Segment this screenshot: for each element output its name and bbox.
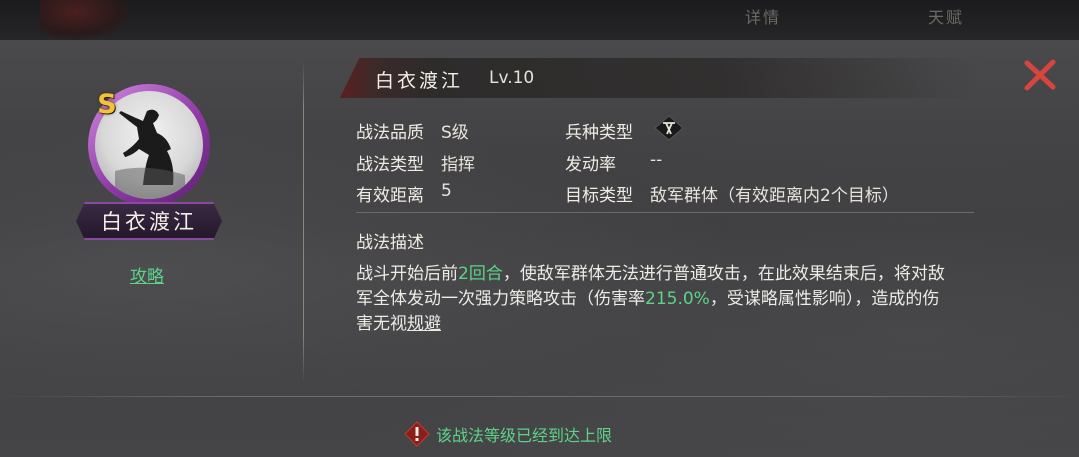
type-value: 指挥 — [441, 155, 475, 175]
target-type-value: 敌军群体（有效距离内2个目标） — [650, 186, 899, 206]
divider-vertical — [303, 60, 304, 382]
desc-text: 战斗开始后前 — [356, 264, 458, 284]
desc-highlight-damage-rate: 215.0% — [645, 289, 710, 309]
trigger-rate-label: 发动率 — [565, 155, 616, 175]
max-level-notice: 该战法等级已经到达上限 — [404, 420, 612, 448]
trigger-rate-value: -- — [650, 150, 663, 170]
grade-badge: S — [97, 89, 117, 120]
troop-type-icon — [653, 114, 685, 142]
skill-description: 战斗开始后前2回合，使敌军群体无法进行普通攻击，在此效果结束后，将对敌 军全体发… — [356, 262, 980, 337]
desc-text: 害无视 — [356, 314, 407, 334]
max-level-message: 该战法等级已经到达上限 — [436, 426, 613, 445]
top-strip: 详情 天赋 — [0, 0, 1079, 40]
desc-text: ，受谋略属性影响），造成的伤 — [709, 289, 940, 309]
desc-text: 军全体发动一次强力策略攻击（伤害率 — [356, 289, 645, 309]
close-icon — [1024, 59, 1056, 91]
card-name-plate: 白衣渡江 — [76, 202, 222, 240]
desc-text: ，使敌军群体无法进行普通攻击，在此效果结束后，将对敌 — [502, 264, 945, 284]
section-divider — [356, 212, 974, 213]
quality-value: S级 — [441, 123, 469, 143]
quality-label: 战法品质 — [356, 123, 424, 143]
description-title: 战法描述 — [356, 233, 424, 253]
description-line-3: 害无视规避 — [356, 312, 980, 337]
close-button[interactable] — [1022, 57, 1058, 93]
evade-term-link[interactable]: 规避 — [407, 314, 441, 334]
description-line-1: 战斗开始后前2回合，使敌军群体无法进行普通攻击，在此效果结束后，将对敌 — [356, 262, 980, 287]
skill-title: 白衣渡江 — [375, 70, 464, 92]
description-line-2: 军全体发动一次强力策略攻击（伤害率215.0%，受谋略属性影响），造成的伤 — [356, 287, 980, 312]
strategy-guide-link[interactable]: 攻略 — [130, 262, 164, 287]
footer-divider — [0, 396, 1079, 397]
troop-type-label: 兵种类型 — [565, 123, 633, 143]
tab-talent[interactable]: 天赋 — [928, 4, 964, 28]
desc-highlight-rounds: 2回合 — [458, 264, 503, 284]
skill-level: Lv.10 — [489, 68, 535, 88]
tab-details[interactable]: 详情 — [745, 4, 781, 28]
target-type-label: 目标类型 — [565, 186, 633, 206]
range-value: 5 — [441, 181, 452, 201]
top-decoration — [40, 0, 130, 40]
type-label: 战法类型 — [356, 155, 424, 175]
range-label: 有效距离 — [356, 186, 424, 206]
warning-icon — [404, 421, 430, 447]
